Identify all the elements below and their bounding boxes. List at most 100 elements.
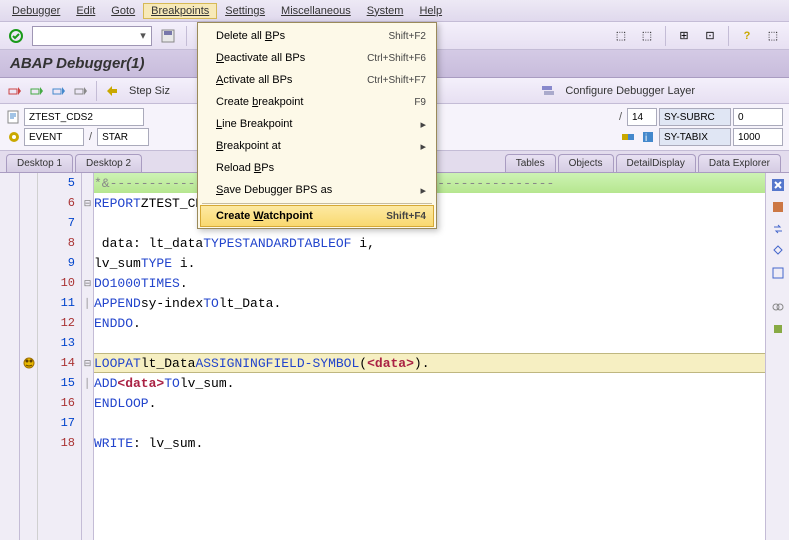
program-field[interactable]: ZTEST_CDS2 xyxy=(24,108,144,126)
recycle-icon[interactable] xyxy=(770,243,786,259)
code-line[interactable]: ADD <data> TO lv_sum. xyxy=(94,373,765,393)
code-line[interactable]: WRITE: lv_sum. xyxy=(94,433,765,453)
sy-subrc-value[interactable]: 0 xyxy=(733,108,783,126)
tab-desktop1[interactable]: Desktop 1 xyxy=(6,154,73,172)
breakpoint-column[interactable] xyxy=(20,173,38,540)
fold-toggle[interactable] xyxy=(82,313,93,333)
line-field[interactable]: 14 xyxy=(627,108,657,126)
fold-toggle[interactable]: ⊟ xyxy=(82,193,93,213)
tab-tables[interactable]: Tables xyxy=(505,154,556,172)
line-number: 9 xyxy=(38,253,81,273)
layout-icon[interactable]: ⊞ xyxy=(674,26,694,46)
fold-toggle[interactable] xyxy=(82,253,93,273)
sy-tabix-value[interactable]: 1000 xyxy=(733,128,783,146)
close-icon[interactable] xyxy=(770,177,786,193)
menu-item-activate-all-bps[interactable]: Activate all BPsCtrl+Shift+F7 xyxy=(198,69,436,91)
ok-icon[interactable] xyxy=(6,26,26,46)
save-icon[interactable] xyxy=(158,26,178,46)
step-size-icon[interactable] xyxy=(103,82,121,100)
tool-a-icon[interactable] xyxy=(770,299,786,315)
menu-edit[interactable]: Edit xyxy=(68,3,103,19)
tab-desktop2[interactable]: Desktop 2 xyxy=(75,154,142,172)
fold-toggle[interactable]: │ xyxy=(82,293,93,313)
fold-column[interactable]: ⊟⊟│⊟│ xyxy=(82,173,94,540)
code-line[interactable]: ENDDO. xyxy=(94,313,765,333)
breakpoint-slot[interactable] xyxy=(20,413,37,433)
breakpoint-slot[interactable] xyxy=(20,173,37,193)
fold-toggle[interactable] xyxy=(82,173,93,193)
code-line[interactable] xyxy=(94,413,765,433)
menu-item-create-breakpoint[interactable]: Create breakpointF9 xyxy=(198,91,436,113)
fold-toggle[interactable] xyxy=(82,413,93,433)
help-icon[interactable]: ? xyxy=(737,26,757,46)
tool-icon-2[interactable]: ⬚ xyxy=(637,26,657,46)
layer-label: Configure Debugger Layer xyxy=(561,85,699,97)
breakpoint-slot[interactable] xyxy=(20,273,37,293)
menu-goto[interactable]: Goto xyxy=(103,3,143,19)
line-number: 11 xyxy=(38,293,81,313)
fold-toggle[interactable] xyxy=(82,333,93,353)
code-line[interactable]: APPEND sy-index TO lt_Data. xyxy=(94,293,765,313)
event-field[interactable]: EVENT xyxy=(24,128,84,146)
event-sub-field[interactable]: STAR xyxy=(97,128,149,146)
breakpoint-slot[interactable] xyxy=(20,373,37,393)
menu-system[interactable]: System xyxy=(359,3,412,19)
nav-icon-2[interactable]: i xyxy=(639,128,657,146)
menu-debugger[interactable]: Debugger xyxy=(4,3,68,19)
code-line[interactable]: data: lt_data TYPE STANDARD TABLE OF i, xyxy=(94,233,765,253)
tab-objects[interactable]: Objects xyxy=(558,154,614,172)
tab-dataexp[interactable]: Data Explorer xyxy=(698,154,781,172)
menu-help[interactable]: Help xyxy=(411,3,450,19)
services-icon[interactable] xyxy=(770,199,786,215)
maximize-icon[interactable] xyxy=(770,265,786,281)
tool-icon[interactable]: ⬚ xyxy=(611,26,631,46)
step-over-icon[interactable] xyxy=(28,82,46,100)
menu-breakpoints[interactable]: Breakpoints xyxy=(143,3,217,19)
breakpoint-slot[interactable] xyxy=(20,333,37,353)
breakpoint-slot[interactable] xyxy=(20,253,37,273)
breakpoint-slot[interactable] xyxy=(20,293,37,313)
fold-toggle[interactable]: ⊟ xyxy=(82,273,93,293)
menu-settings[interactable]: Settings xyxy=(217,3,273,19)
layer-icon[interactable] xyxy=(539,82,557,100)
fold-toggle[interactable] xyxy=(82,233,93,253)
menu-item-delete-all-bps[interactable]: Delete all BPsShift+F2 xyxy=(198,25,436,47)
code-line[interactable]: ENDLOOP. xyxy=(94,393,765,413)
code-line[interactable] xyxy=(94,333,765,353)
breakpoint-slot[interactable] xyxy=(20,193,37,213)
tool-b-icon[interactable] xyxy=(770,321,786,337)
menu-item-reload-bps[interactable]: Reload BPs xyxy=(198,157,436,179)
fold-toggle[interactable]: │ xyxy=(82,373,93,393)
breakpoint-slot[interactable] xyxy=(20,233,37,253)
menu-item-save-debugger-bps-as[interactable]: Save Debugger BPS as▸ xyxy=(198,179,436,201)
fold-toggle[interactable] xyxy=(82,213,93,233)
code-line[interactable]: lv_sum TYPE i. xyxy=(94,253,765,273)
line-number: 10 xyxy=(38,273,81,293)
breakpoint-slot[interactable] xyxy=(20,393,37,413)
tab-detail[interactable]: DetailDisplay xyxy=(616,154,696,172)
fold-toggle[interactable]: ⊟ xyxy=(82,353,93,373)
step-out-icon[interactable] xyxy=(50,82,68,100)
command-field[interactable]: ▾ xyxy=(32,26,152,46)
menu-item-line-breakpoint[interactable]: Line Breakpoint▸ xyxy=(198,113,436,135)
nav-icon-1[interactable] xyxy=(619,128,637,146)
breakpoint-slot[interactable] xyxy=(20,433,37,453)
step-into-icon[interactable] xyxy=(6,82,24,100)
code-line[interactable]: LOOP AT lt_Data ASSIGNING FIELD-SYMBOL(<… xyxy=(94,353,765,373)
menu-item-deactivate-all-bps[interactable]: Deactivate all BPsCtrl+Shift+F6 xyxy=(198,47,436,69)
fold-toggle[interactable] xyxy=(82,433,93,453)
margin-gutter xyxy=(0,173,20,540)
layout-icon-2[interactable]: ⊡ xyxy=(700,26,720,46)
menu-item-create-watchpoint[interactable]: Create WatchpointShift+F4 xyxy=(200,205,434,227)
customize-icon[interactable]: ⬚ xyxy=(763,26,783,46)
menu-item-breakpoint-at[interactable]: Breakpoint at▸ xyxy=(198,135,436,157)
breakpoint-slot[interactable] xyxy=(20,213,37,233)
code-line[interactable]: DO 1000 TIMES. xyxy=(94,273,765,293)
fold-toggle[interactable] xyxy=(82,393,93,413)
menu-misc[interactable]: Miscellaneous xyxy=(273,3,359,19)
continue-icon[interactable] xyxy=(72,82,90,100)
breakpoint-slot[interactable] xyxy=(20,313,37,333)
swap-icon[interactable] xyxy=(770,221,786,237)
breakpoint-slot[interactable] xyxy=(20,353,37,373)
dropdown-arrow-icon[interactable]: ▾ xyxy=(135,29,151,42)
